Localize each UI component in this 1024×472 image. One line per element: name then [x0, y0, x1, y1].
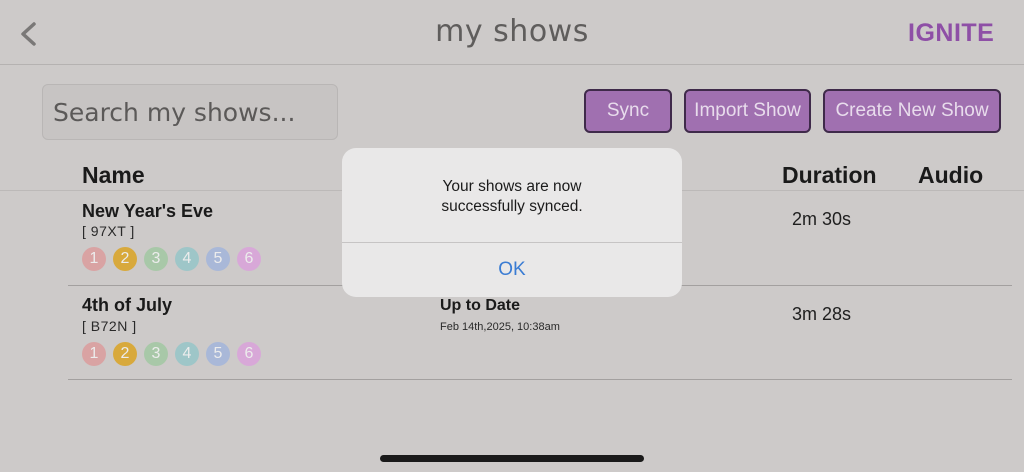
badge-4: 4: [175, 342, 199, 366]
sync-button[interactable]: Sync: [584, 89, 672, 133]
show-duration: 3m 28s: [792, 304, 852, 324]
top-bar: my shows IGNITE: [0, 0, 1024, 65]
badge-5: 5: [206, 342, 230, 366]
ignite-logo: IGNITE: [908, 19, 995, 47]
alert-message: Your shows are now successfully synced.: [342, 177, 682, 217]
show-code: [ B72N ]: [82, 318, 137, 334]
search-input[interactable]: [43, 85, 337, 139]
search-box[interactable]: [42, 84, 338, 140]
badge-list: 1 2 3 4 5 6: [82, 342, 261, 366]
show-code: [ 97XT ]: [82, 223, 135, 239]
badge-2: 2: [113, 247, 137, 271]
sync-alert-dialog: Your shows are now successfully synced. …: [342, 148, 682, 297]
row-divider: [68, 379, 1012, 380]
sync-timestamp: Feb 14th,2025, 10:38am: [440, 321, 560, 333]
badge-2: 2: [113, 342, 137, 366]
column-header-duration: Duration: [782, 162, 877, 188]
show-name[interactable]: New Year's Eve: [82, 201, 213, 222]
badge-6: 6: [237, 342, 261, 366]
sync-status: Up to Date: [440, 297, 520, 314]
alert-message-line-1: Your shows are now: [442, 178, 582, 195]
badge-1: 1: [82, 247, 106, 271]
badge-3: 3: [144, 247, 168, 271]
badge-6: 6: [237, 247, 261, 271]
badge-3: 3: [144, 342, 168, 366]
ok-button[interactable]: OK: [342, 243, 682, 297]
badge-4: 4: [175, 247, 199, 271]
column-header-audio: Audio: [918, 162, 984, 188]
badge-5: 5: [206, 247, 230, 271]
alert-message-line-2: successfully synced.: [441, 198, 583, 215]
badge-list: 1 2 3 4 5 6: [82, 247, 261, 271]
home-indicator[interactable]: [380, 455, 644, 462]
import-show-button[interactable]: Import Show: [684, 89, 811, 133]
create-new-show-button[interactable]: Create New Show: [823, 89, 1001, 133]
show-duration: 2m 30s: [792, 209, 852, 229]
column-header-name: Name: [82, 162, 145, 188]
page-title: my shows: [435, 14, 589, 49]
badge-1: 1: [82, 342, 106, 366]
show-name[interactable]: 4th of July: [82, 295, 172, 316]
